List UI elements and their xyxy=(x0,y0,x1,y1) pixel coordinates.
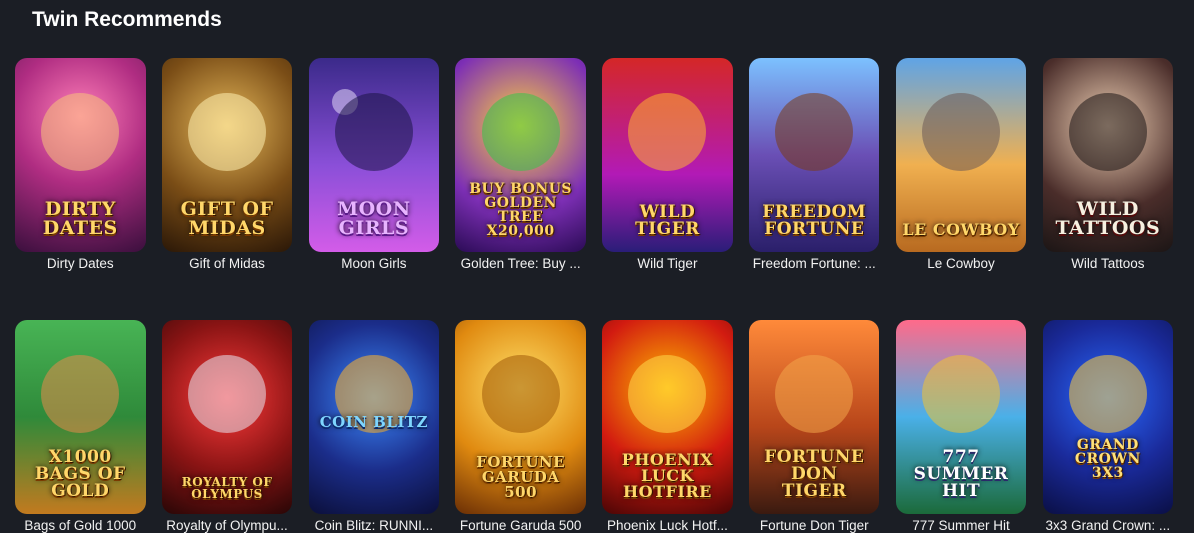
pineapple-art xyxy=(922,354,1001,433)
game-title[interactable]: 777 Summer Hit xyxy=(896,518,1027,533)
game-card-grand-crown[interactable]: GRAND CROWN 3x3 3x3 Grand Crown: ... xyxy=(1042,320,1174,533)
game-title[interactable]: Coin Blitz: RUNNI... xyxy=(309,518,440,533)
tree-art xyxy=(481,92,560,171)
thumbnail-title: GRAND CROWN 3x3 xyxy=(1074,437,1141,481)
game-title[interactable]: Wild Tiger xyxy=(602,256,733,271)
thumbnail-title: GIFT OF MIDAS xyxy=(180,198,274,239)
game-thumbnail[interactable]: GIFT OF MIDAS xyxy=(161,58,293,252)
thumbnail-title: COIN BLITZ xyxy=(319,413,428,431)
game-row: DIRTY DATES Dirty Dates GIFT OF MIDAS Gi… xyxy=(15,58,1174,271)
game-card-bags-of-gold[interactable]: x1000 BAGS OF GOLD Bags of Gold 1000 xyxy=(15,320,146,533)
thumbnail-title: WILD TIGER xyxy=(635,202,700,239)
phoenix-art xyxy=(628,354,707,433)
game-thumbnail[interactable]: WILD TATTOOS xyxy=(1042,58,1174,252)
game-title[interactable]: Phoenix Luck Hotf... xyxy=(602,518,733,533)
game-card-777-summer-hit[interactable]: 777 SUMMER HIT 777 Summer Hit xyxy=(895,320,1027,533)
game-thumbnail[interactable]: FORTUNE GARUDA 500 xyxy=(455,320,586,514)
thumbnail-title: WILD TATTOOS xyxy=(1055,198,1161,239)
game-thumbnail[interactable]: FORTUNE DON TIGER xyxy=(748,320,880,514)
game-card-freedom-fortune[interactable]: FREEDOM FORTUNE Freedom Fortune: ... xyxy=(748,58,880,271)
section-title: Twin Recommends xyxy=(32,8,222,31)
thumbnail-title: FORTUNE GARUDA 500 xyxy=(476,453,566,501)
leprechaun-art xyxy=(41,354,120,433)
eagle-art xyxy=(775,92,854,171)
thumbnail-title: FORTUNE DON TIGER xyxy=(764,447,865,501)
recommendations-section: Twin Recommends DIRTY DATES Dirty Dates … xyxy=(0,0,1194,533)
game-card-phoenix-luck[interactable]: PHOENIX LUCK HOTFIRE Phoenix Luck Hotf..… xyxy=(602,320,733,533)
thumbnail-title: DIRTY DATES xyxy=(42,198,118,239)
tiger-art xyxy=(628,92,707,171)
game-row: x1000 BAGS OF GOLD Bags of Gold 1000 ROY… xyxy=(15,320,1174,533)
game-title[interactable]: Golden Tree: Buy ... xyxy=(455,256,586,271)
game-card-wild-tiger[interactable]: WILD TIGER Wild Tiger xyxy=(602,58,733,271)
garuda-art xyxy=(481,354,560,433)
character-art xyxy=(41,92,120,171)
game-card-golden-tree[interactable]: BUY BONUS GOLDEN TREE x20,000 Golden Tre… xyxy=(455,58,586,271)
game-title[interactable]: Dirty Dates xyxy=(15,256,146,271)
character-art xyxy=(1068,92,1147,171)
game-title[interactable]: Moon Girls xyxy=(309,256,440,271)
game-title[interactable]: Fortune Don Tiger xyxy=(749,518,880,533)
game-thumbnail[interactable]: COIN BLITZ xyxy=(308,320,440,514)
tiger-art xyxy=(775,354,854,433)
game-title[interactable]: Fortune Garuda 500 xyxy=(455,518,586,533)
game-thumbnail[interactable]: MOON GIRLS xyxy=(308,58,440,252)
thumbnail-title: 777 SUMMER HIT xyxy=(913,447,1009,501)
game-title[interactable]: Royalty of Olympu... xyxy=(162,518,293,533)
game-title[interactable]: Freedom Fortune: ... xyxy=(749,256,880,271)
game-card-wild-tattoos[interactable]: WILD TATTOOS Wild Tattoos xyxy=(1042,58,1174,271)
game-card-moon-girls[interactable]: MOON GIRLS Moon Girls xyxy=(308,58,440,271)
game-card-coin-blitz[interactable]: COIN BLITZ Coin Blitz: RUNNI... xyxy=(308,320,440,533)
game-thumbnail[interactable]: 777 SUMMER HIT xyxy=(895,320,1027,514)
game-thumbnail[interactable]: x1000 BAGS OF GOLD xyxy=(15,320,146,514)
game-thumbnail[interactable]: LE COWBOY xyxy=(895,58,1027,252)
game-card-dirty-dates[interactable]: DIRTY DATES Dirty Dates xyxy=(15,58,146,271)
character-art xyxy=(334,92,413,171)
thumbnail-title: BUY BONUS GOLDEN TREE x20,000 xyxy=(469,181,573,239)
game-card-le-cowboy[interactable]: LE COWBOY Le Cowboy xyxy=(895,58,1027,271)
game-card-gift-of-midas[interactable]: GIFT OF MIDAS Gift of Midas xyxy=(161,58,293,271)
game-title[interactable]: 3x3 Grand Crown: ... xyxy=(1043,518,1174,533)
thumbnail-title: FREEDOM FORTUNE xyxy=(762,202,867,239)
thumbnail-title: x1000 BAGS OF GOLD xyxy=(34,447,126,501)
game-grid: DIRTY DATES Dirty Dates GIFT OF MIDAS Gi… xyxy=(15,58,1174,533)
cowboy-art xyxy=(922,92,1001,171)
game-thumbnail[interactable]: DIRTY DATES xyxy=(15,58,146,252)
game-title[interactable]: Gift of Midas xyxy=(162,256,293,271)
thumbnail-title: MOON GIRLS xyxy=(337,198,411,239)
crown-art xyxy=(1068,354,1147,433)
game-thumbnail[interactable]: GRAND CROWN 3x3 xyxy=(1042,320,1174,514)
character-art xyxy=(188,92,267,171)
thumbnail-title: LE COWBOY xyxy=(902,220,1020,239)
game-title[interactable]: Le Cowboy xyxy=(896,256,1027,271)
thumbnail-title: PHOENIX LUCK HOTFIRE xyxy=(621,450,714,501)
game-thumbnail[interactable]: ROYALTY OF OLYMPUS xyxy=(161,320,293,514)
game-thumbnail[interactable]: PHOENIX LUCK HOTFIRE xyxy=(602,320,733,514)
game-card-royalty-of-olympus[interactable]: ROYALTY OF OLYMPUS Royalty of Olympu... xyxy=(161,320,293,533)
game-title[interactable]: Bags of Gold 1000 xyxy=(15,518,146,533)
game-thumbnail[interactable]: BUY BONUS GOLDEN TREE x20,000 xyxy=(455,58,586,252)
zeus-art xyxy=(188,354,267,433)
game-card-fortune-don-tiger[interactable]: FORTUNE DON TIGER Fortune Don Tiger xyxy=(748,320,880,533)
game-thumbnail[interactable]: WILD TIGER xyxy=(602,58,733,252)
game-title[interactable]: Wild Tattoos xyxy=(1043,256,1174,271)
game-card-fortune-garuda[interactable]: FORTUNE GARUDA 500 Fortune Garuda 500 xyxy=(455,320,586,533)
thumbnail-title: ROYALTY OF OLYMPUS xyxy=(181,475,273,501)
game-thumbnail[interactable]: FREEDOM FORTUNE xyxy=(748,58,880,252)
